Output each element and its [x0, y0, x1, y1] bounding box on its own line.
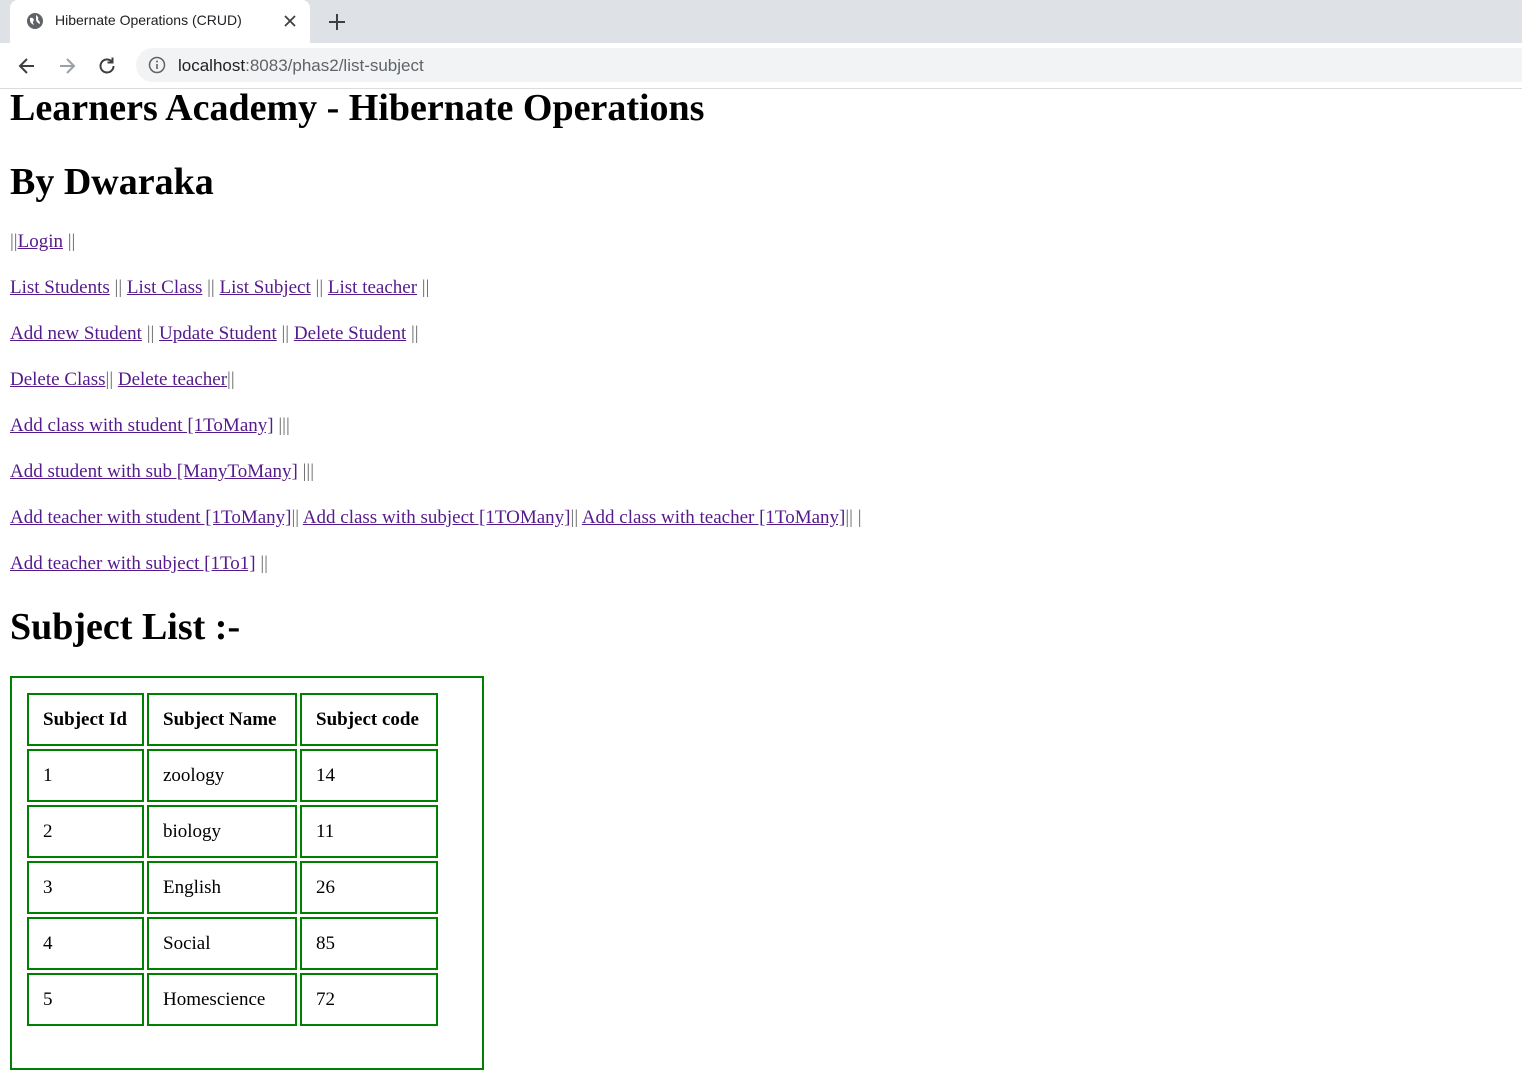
nav-row-teacher-subject: Add teacher with subject [1To1] || [10, 553, 268, 575]
add-class-with-student-link[interactable]: Add class with student [1ToMany] [10, 415, 274, 436]
nav-row-lists: List Students || List Class || List Subj… [10, 277, 429, 299]
cell-subject-id: 2 [27, 805, 144, 858]
arrow-right-icon[interactable] [55, 54, 79, 78]
close-icon[interactable] [282, 13, 298, 29]
url-text: localhost:8083/phas2/list-subject [178, 56, 424, 76]
nav-row-login: ||Login || [10, 231, 75, 253]
separator: || [255, 553, 268, 574]
delete-teacher-link[interactable]: Delete teacher [118, 369, 227, 390]
list-class-link[interactable]: List Class [127, 277, 202, 298]
add-teacher-with-student-link[interactable]: Add teacher with student [1ToMany] [10, 507, 291, 528]
browser-toolbar: localhost:8083/phas2/list-subject [0, 43, 1522, 89]
table-row: 5 Homescience 72 [27, 973, 438, 1026]
cell-subject-code: 26 [300, 861, 438, 914]
separator: || [276, 323, 294, 344]
add-teacher-with-subject-link[interactable]: Add teacher with subject [1To1] [10, 553, 256, 574]
cell-subject-name: biology [147, 805, 297, 858]
info-icon[interactable] [148, 56, 166, 74]
address-bar[interactable]: localhost:8083/phas2/list-subject [136, 48, 1522, 82]
new-tab-plus-icon[interactable] [326, 11, 348, 33]
separator: || [310, 277, 328, 298]
page-title: Learners Academy - Hibernate Operations [10, 87, 705, 129]
nav-row-student-ops: Add new Student || Update Student || Del… [10, 323, 419, 345]
nav-row-student-sub: Add student with sub [ManyToMany] ||| [10, 461, 314, 483]
nav-row-relations: Add teacher with student [1ToMany]|| Add… [10, 507, 862, 529]
separator: || | [845, 507, 862, 528]
cell-subject-id: 3 [27, 861, 144, 914]
table-row: 2 biology 11 [27, 805, 438, 858]
reload-icon[interactable] [95, 54, 119, 78]
nav-row-class-student: Add class with student [1ToMany] ||| [10, 415, 290, 437]
globe-icon [27, 13, 43, 29]
separator: ||| [297, 461, 315, 482]
list-teacher-link[interactable]: List teacher [328, 277, 417, 298]
tab-title: Hibernate Operations (CRUD) [55, 12, 242, 28]
cell-subject-id: 1 [27, 749, 144, 802]
delete-student-link[interactable]: Delete Student [294, 323, 406, 344]
url-path: :8083/phas2/list-subject [245, 56, 424, 75]
cell-subject-name: English [147, 861, 297, 914]
header-subject-code: Subject code [300, 693, 438, 746]
list-subject-link[interactable]: List Subject [219, 277, 310, 298]
cell-subject-id: 5 [27, 973, 144, 1026]
table-header-row: Subject Id Subject Name Subject code [27, 693, 438, 746]
add-class-with-teacher-link[interactable]: Add class with teacher [1ToMany] [582, 507, 846, 528]
separator: || [570, 507, 582, 528]
separator: || [406, 323, 419, 344]
cell-subject-code: 85 [300, 917, 438, 970]
subject-list-heading: Subject List :- [10, 606, 241, 648]
nav-row-deletes: Delete Class|| Delete teacher|| [10, 369, 235, 391]
cell-subject-name: Homescience [147, 973, 297, 1026]
delete-class-link[interactable]: Delete Class [10, 369, 106, 390]
cell-subject-id: 4 [27, 917, 144, 970]
update-student-link[interactable]: Update Student [159, 323, 277, 344]
url-host: localhost [178, 56, 246, 75]
author-heading: By Dwaraka [10, 161, 214, 203]
browser-tab[interactable]: Hibernate Operations (CRUD) [10, 0, 310, 43]
separator: || [10, 231, 18, 252]
list-students-link[interactable]: List Students [10, 277, 110, 298]
header-subject-name: Subject Name [147, 693, 297, 746]
subject-table: Subject Id Subject Name Subject code 1 z… [24, 690, 441, 1029]
separator: ||| [273, 415, 290, 436]
separator: || [105, 369, 118, 390]
cell-subject-code: 14 [300, 749, 438, 802]
separator: || [109, 277, 127, 298]
separator: || [202, 277, 220, 298]
add-student-with-sub-link[interactable]: Add student with sub [ManyToMany] [10, 461, 298, 482]
cell-subject-code: 11 [300, 805, 438, 858]
header-subject-id: Subject Id [27, 693, 144, 746]
cell-subject-name: Social [147, 917, 297, 970]
add-class-with-subject-link[interactable]: Add class with subject [1TOMany] [303, 507, 571, 528]
separator: || [63, 231, 76, 252]
table-row: 3 English 26 [27, 861, 438, 914]
table-row: 4 Social 85 [27, 917, 438, 970]
separator: || [417, 277, 430, 298]
arrow-left-icon[interactable] [15, 54, 39, 78]
login-link[interactable]: Login [18, 231, 63, 252]
cell-subject-name: zoology [147, 749, 297, 802]
cell-subject-code: 72 [300, 973, 438, 1026]
separator: || [227, 369, 235, 390]
tab-strip: Hibernate Operations (CRUD) [0, 0, 1522, 43]
subject-table-border: Subject Id Subject Name Subject code 1 z… [10, 676, 484, 1070]
separator: || [291, 507, 303, 528]
add-student-link[interactable]: Add new Student [10, 323, 142, 344]
table-row: 1 zoology 14 [27, 749, 438, 802]
separator: || [141, 323, 160, 344]
